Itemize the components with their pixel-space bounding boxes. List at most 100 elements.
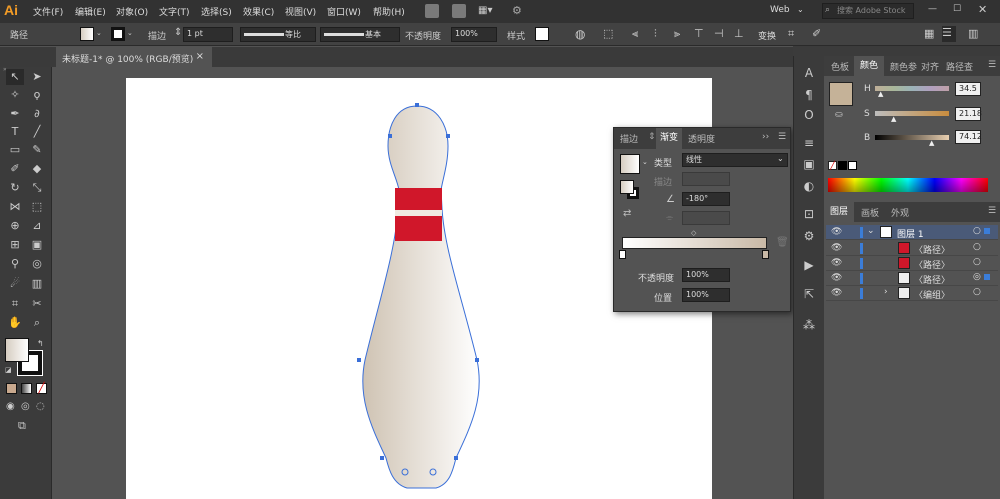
bridge-icon[interactable] [425,4,439,18]
close-tab-icon[interactable]: × [196,51,204,62]
column-graph-icon[interactable]: ▥ [28,276,46,292]
layer-name[interactable]: 图层 1 [897,227,924,240]
layer-row-path-3[interactable]: 👁 〈路径〉 ◎ [826,271,998,286]
gradient-mode-icon[interactable] [21,383,32,394]
tab-color-guide[interactable]: 颜色参 [890,60,917,73]
layer-row-path-2[interactable]: 👁 〈路径〉 ○ [826,256,998,271]
draw-inside-icon[interactable]: ◌ [36,401,45,412]
blend-tool-icon[interactable]: ◎ [28,256,46,272]
selected-art-indicator[interactable] [984,228,990,234]
stroke-panel-icon[interactable]: ≡ [801,136,817,152]
lasso-icon[interactable]: ϙ [28,87,46,103]
layout-icon[interactable]: ▥ [968,27,978,40]
chevron-down-icon[interactable]: ⌄ [797,5,804,14]
tab-pathfinder[interactable]: 路径查 [946,60,973,73]
align-top-icon[interactable]: ⊤ [694,27,704,40]
stroke-swatch[interactable] [111,27,125,41]
width-tool-icon[interactable]: ⋈ [6,199,24,215]
location-field[interactable]: 100% [682,288,730,302]
reverse-gradient-icon[interactable]: ⇄ [623,208,631,219]
anchor-point[interactable] [475,358,479,362]
menu-window[interactable]: 窗口(W) [327,5,361,18]
brightness-slider[interactable] [875,135,949,140]
menu-view[interactable]: 视图(V) [285,5,316,18]
stock-search-input[interactable]: 搜索 Adobe Stock [822,3,914,19]
selection-tool-icon[interactable]: ↖ [6,69,24,85]
slice-tool-icon[interactable]: ✂ [28,296,46,312]
target-icon[interactable]: ◎ [973,272,981,282]
opacity-label[interactable]: 不透明度 [405,29,441,42]
layer-row-group[interactable]: 👁 › 〈编组〉 ○ [826,286,998,301]
path-name[interactable]: 〈路径〉 [914,258,950,271]
chevron-down-icon[interactable]: ⌄ [96,29,102,37]
panel-menu-icon[interactable]: ☰ [942,26,956,42]
gradient-thumbnail[interactable] [620,154,640,174]
isolate-icon[interactable]: ⌗ [788,27,794,41]
properties-icon[interactable]: ⚙ [801,229,817,245]
stock-icon[interactable] [452,4,466,18]
links-icon[interactable]: ⁂ [801,318,817,334]
brush-definition[interactable]: 基本 [320,27,400,42]
menu-effect[interactable]: 效果(C) [243,5,274,18]
menu-select[interactable]: 选择(S) [201,5,232,18]
gpu-icon[interactable]: ⚙ [512,4,522,17]
midpoint-diamond[interactable]: ◇ [691,229,696,237]
hue-slider[interactable] [875,86,949,91]
path-name[interactable]: 〈路径〉 [914,273,950,286]
bowling-pin-artwork[interactable] [350,98,490,498]
target-icon[interactable]: ○ [973,242,981,252]
paragraph-icon[interactable]: ¶ [801,88,817,104]
pen-tool-icon[interactable]: ✒ [6,106,24,122]
default-colors-icon[interactable]: ◪ [5,366,12,374]
gradient-panel-icon[interactable]: ▣ [801,157,817,173]
eye-icon[interactable]: 👁 [831,227,842,237]
target-icon[interactable]: ○ [973,257,981,267]
eye-icon[interactable]: 👁 [831,288,842,298]
minimize-icon[interactable]: — [928,4,937,14]
symbol-sprayer-icon[interactable]: ☄ [6,276,24,292]
target-icon[interactable]: ○ [973,287,981,297]
opacity-field[interactable]: 100% [451,27,497,42]
pin-stripe-top[interactable] [395,188,442,210]
brightness-field[interactable]: 74.12 [955,130,982,144]
shaper-tool-icon[interactable]: ✐ [6,161,24,177]
line-tool-icon[interactable]: ╱ [28,124,46,140]
menu-type[interactable]: 文字(T) [159,5,190,18]
shape-builder-icon[interactable]: ⊕ [6,218,24,234]
eraser-icon[interactable]: ◆ [28,161,46,177]
perspective-grid-icon[interactable]: ⊿ [28,218,46,234]
fill-swatch[interactable] [80,27,94,41]
panel-menu-icon[interactable]: ☰ [778,132,786,142]
white-swatch[interactable] [848,161,857,170]
swap-colors-icon[interactable]: ↰ [37,339,44,348]
hue-field[interactable]: 34.5 [955,82,981,96]
screen-mode-icon[interactable]: ⧉ [18,419,26,433]
gradient-slider[interactable] [622,237,767,249]
eye-icon[interactable]: 👁 [831,243,842,253]
tab-stroke[interactable]: 描边 [620,132,638,145]
pin-stripe-bottom[interactable] [395,216,442,241]
tab-gradient[interactable]: 渐变 [656,128,683,149]
menu-edit[interactable]: 编辑(E) [75,5,106,18]
align-center-icon[interactable]: ⫶ [654,27,657,41]
panel-menu-icon[interactable]: ☰ [988,206,996,216]
draw-normal-icon[interactable]: ◉ [6,401,15,412]
layer-row-layer1[interactable]: 👁 ⌄ 图层 1 ○ [826,225,998,240]
artboard-tool-icon[interactable]: ⌗ [6,296,24,312]
tab-transparency[interactable]: 透明度 [688,132,715,145]
opentype-icon[interactable]: O [801,108,817,124]
selected-art-indicator[interactable] [984,274,990,280]
chevron-down-icon[interactable]: ⌄ [642,158,648,166]
mesh-tool-icon[interactable]: ⊞ [6,237,24,253]
eye-icon[interactable]: 👁 [831,273,842,283]
color-mode-icon[interactable] [6,383,17,394]
chevron-right-icon[interactable]: › [884,287,888,297]
anchor-point[interactable] [446,134,450,138]
group-name[interactable]: 〈编组〉 [914,288,950,301]
saturation-field[interactable]: 21.18 [955,107,982,121]
anchor-point[interactable] [357,358,361,362]
variable-width-profile[interactable]: 等比 [240,27,316,42]
tab-align[interactable]: 对齐 [921,60,939,73]
tab-layers[interactable]: 图层 [824,202,855,222]
graphic-style-swatch[interactable] [535,27,549,41]
